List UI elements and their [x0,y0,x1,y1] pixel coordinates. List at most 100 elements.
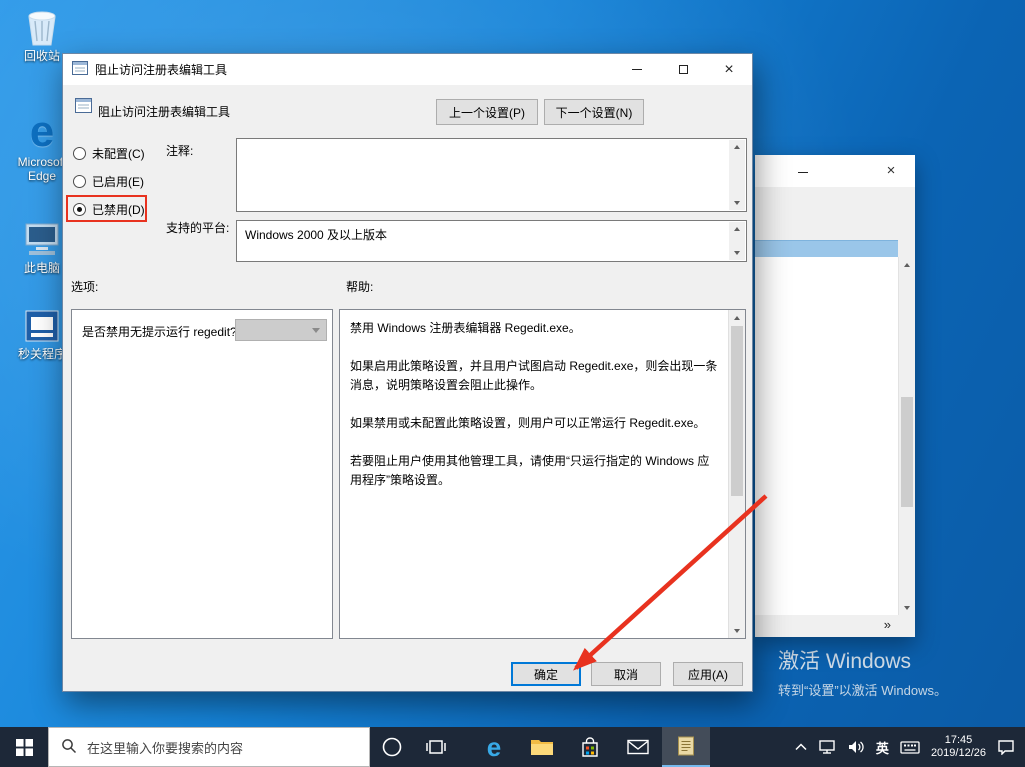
cortana-icon [381,736,403,758]
bgwin-close-button[interactable]: × [879,162,903,179]
bgwin-minimize-button[interactable] [791,163,815,181]
clock-time: 17:45 [945,734,973,747]
tray-expand-button[interactable] [795,743,807,751]
option-question: 是否禁用无提示运行 regedit? [82,323,237,340]
scroll-down-icon[interactable] [899,600,915,615]
store-icon [580,736,600,758]
scroll-down-icon[interactable] [729,623,745,638]
start-button[interactable] [0,727,48,767]
network-icon [818,739,836,755]
policy-setting-icon [75,98,92,116]
task-view-button[interactable] [414,727,458,767]
bgwin-titlebar: × [755,155,915,187]
volume-button[interactable] [847,739,865,755]
supported-scrollbar[interactable] [729,222,745,260]
scroll-up-icon[interactable] [729,140,745,154]
scroll-up-icon[interactable] [729,310,745,325]
search-placeholder-text: 在这里输入你要搜索的内容 [87,738,243,757]
window-controls: × [614,54,752,85]
comment-label: 注释: [166,142,193,159]
taskbar-edge-button[interactable]: e [470,727,518,767]
dialog-title: 阻止访问注册表编辑工具 [95,61,227,78]
regedit-silent-run-dropdown [235,319,327,341]
clock[interactable]: 17:45 2019/12/26 [931,734,986,760]
scrollbar-thumb[interactable] [901,397,913,507]
gpedit-taskbar-button[interactable] [662,727,710,767]
network-button[interactable] [818,739,836,755]
bgwin-scrollbar[interactable] [898,257,915,615]
radio-not-configured[interactable]: 未配置(C) [73,144,145,162]
search-icon [61,738,77,757]
watermark-line2: 转到“设置”以激活 Windows。 [778,680,947,699]
close-button[interactable]: × [706,54,752,85]
policy-setting-name: 阻止访问注册表编辑工具 [98,103,230,120]
file-explorer-button[interactable] [518,727,566,767]
cancel-button[interactable]: 取消 [591,662,661,686]
options-panel: 是否禁用无提示运行 regedit? [71,309,333,639]
radio-circle-icon [73,203,86,216]
apply-button[interactable]: 应用(A) [673,662,743,686]
comment-textarea[interactable] [236,138,747,212]
taskbar: 在这里输入你要搜索的内容 e [0,727,1025,767]
gpedit-main-window: × » [755,155,915,637]
ok-button[interactable]: 确定 [511,662,581,686]
comment-scrollbar[interactable] [729,140,745,210]
app-window-icon [24,304,60,344]
system-tray: 英 17:45 2019/12/26 [795,734,1025,760]
radio-enabled[interactable]: 已启用(E) [73,172,144,190]
desktop-icon-label: 秒关程序 [18,347,66,361]
watermark-line1: 激活 Windows [778,645,947,675]
dialog-titlebar-icon [72,61,88,78]
help-label: 帮助: [346,278,373,295]
speaker-icon [847,739,865,755]
radio-circle-icon [73,175,86,188]
ime-indicator[interactable]: 英 [876,738,889,757]
supported-on-box: Windows 2000 及以上版本 [236,220,747,262]
radio-circle-icon [73,147,86,160]
chevron-down-icon [312,328,320,333]
cortana-button[interactable] [370,727,414,767]
dialog-titlebar: 阻止访问注册表编辑工具 × [63,54,752,85]
store-button[interactable] [566,727,614,767]
dialog-body: 阻止访问注册表编辑工具 上一个设置(P) 下一个设置(N) 未配置(C) 已启用… [63,85,752,691]
scroll-up-icon[interactable] [729,222,745,236]
maximize-icon [679,65,688,74]
task-view-icon [426,737,446,757]
edge-icon: e [30,112,54,152]
mail-button[interactable] [614,727,662,767]
desktop: 回收站 e Microsoft Edge 此电脑 秒关程序 激活 Windows… [0,0,1025,767]
minimize-icon [632,69,642,70]
radio-label: 已启用(E) [92,173,144,190]
radio-disabled[interactable]: 已禁用(D) [73,200,145,218]
chevron-up-icon [795,743,807,751]
policy-document-icon [675,735,697,757]
supported-on-label: 支持的平台: [166,219,229,236]
clock-date: 2019/12/26 [931,747,986,760]
help-scrollbar[interactable] [728,310,745,638]
minimize-icon [798,172,808,173]
taskbar-search-box[interactable]: 在这里输入你要搜索的内容 [48,727,370,767]
next-setting-button[interactable]: 下一个设置(N) [544,99,644,125]
keyboard-icon [900,740,920,755]
touch-keyboard-button[interactable] [900,740,920,755]
windows-logo-icon [16,739,33,756]
minimize-button[interactable] [614,54,660,85]
maximize-button[interactable] [660,54,706,85]
bgwin-selected-row[interactable] [755,240,898,257]
scroll-up-icon[interactable] [899,257,915,272]
this-pc-icon [22,218,62,258]
folder-icon [530,737,554,757]
scroll-down-icon[interactable] [729,196,745,210]
scroll-down-icon[interactable] [729,246,745,260]
recycle-bin-icon [26,6,58,46]
radio-label: 已禁用(D) [92,201,145,218]
scrollbar-thumb[interactable] [731,326,743,496]
supported-on-value: Windows 2000 及以上版本 [245,226,387,243]
action-center-button[interactable] [997,739,1015,755]
bgwin-list-area [755,257,898,615]
previous-setting-button[interactable]: 上一个设置(P) [436,99,538,125]
help-panel: 禁用 Windows 注册表编辑器 Regedit.exe。 如果启用此策略设置… [339,309,746,639]
bgwin-expand-chevron[interactable]: » [884,617,891,632]
desktop-icon-label: 此电脑 [24,261,60,275]
policy-setting-dialog: 阻止访问注册表编辑工具 × 阻止访问注册表编辑工具 上一个设置(P) 下一个设置… [62,53,753,692]
